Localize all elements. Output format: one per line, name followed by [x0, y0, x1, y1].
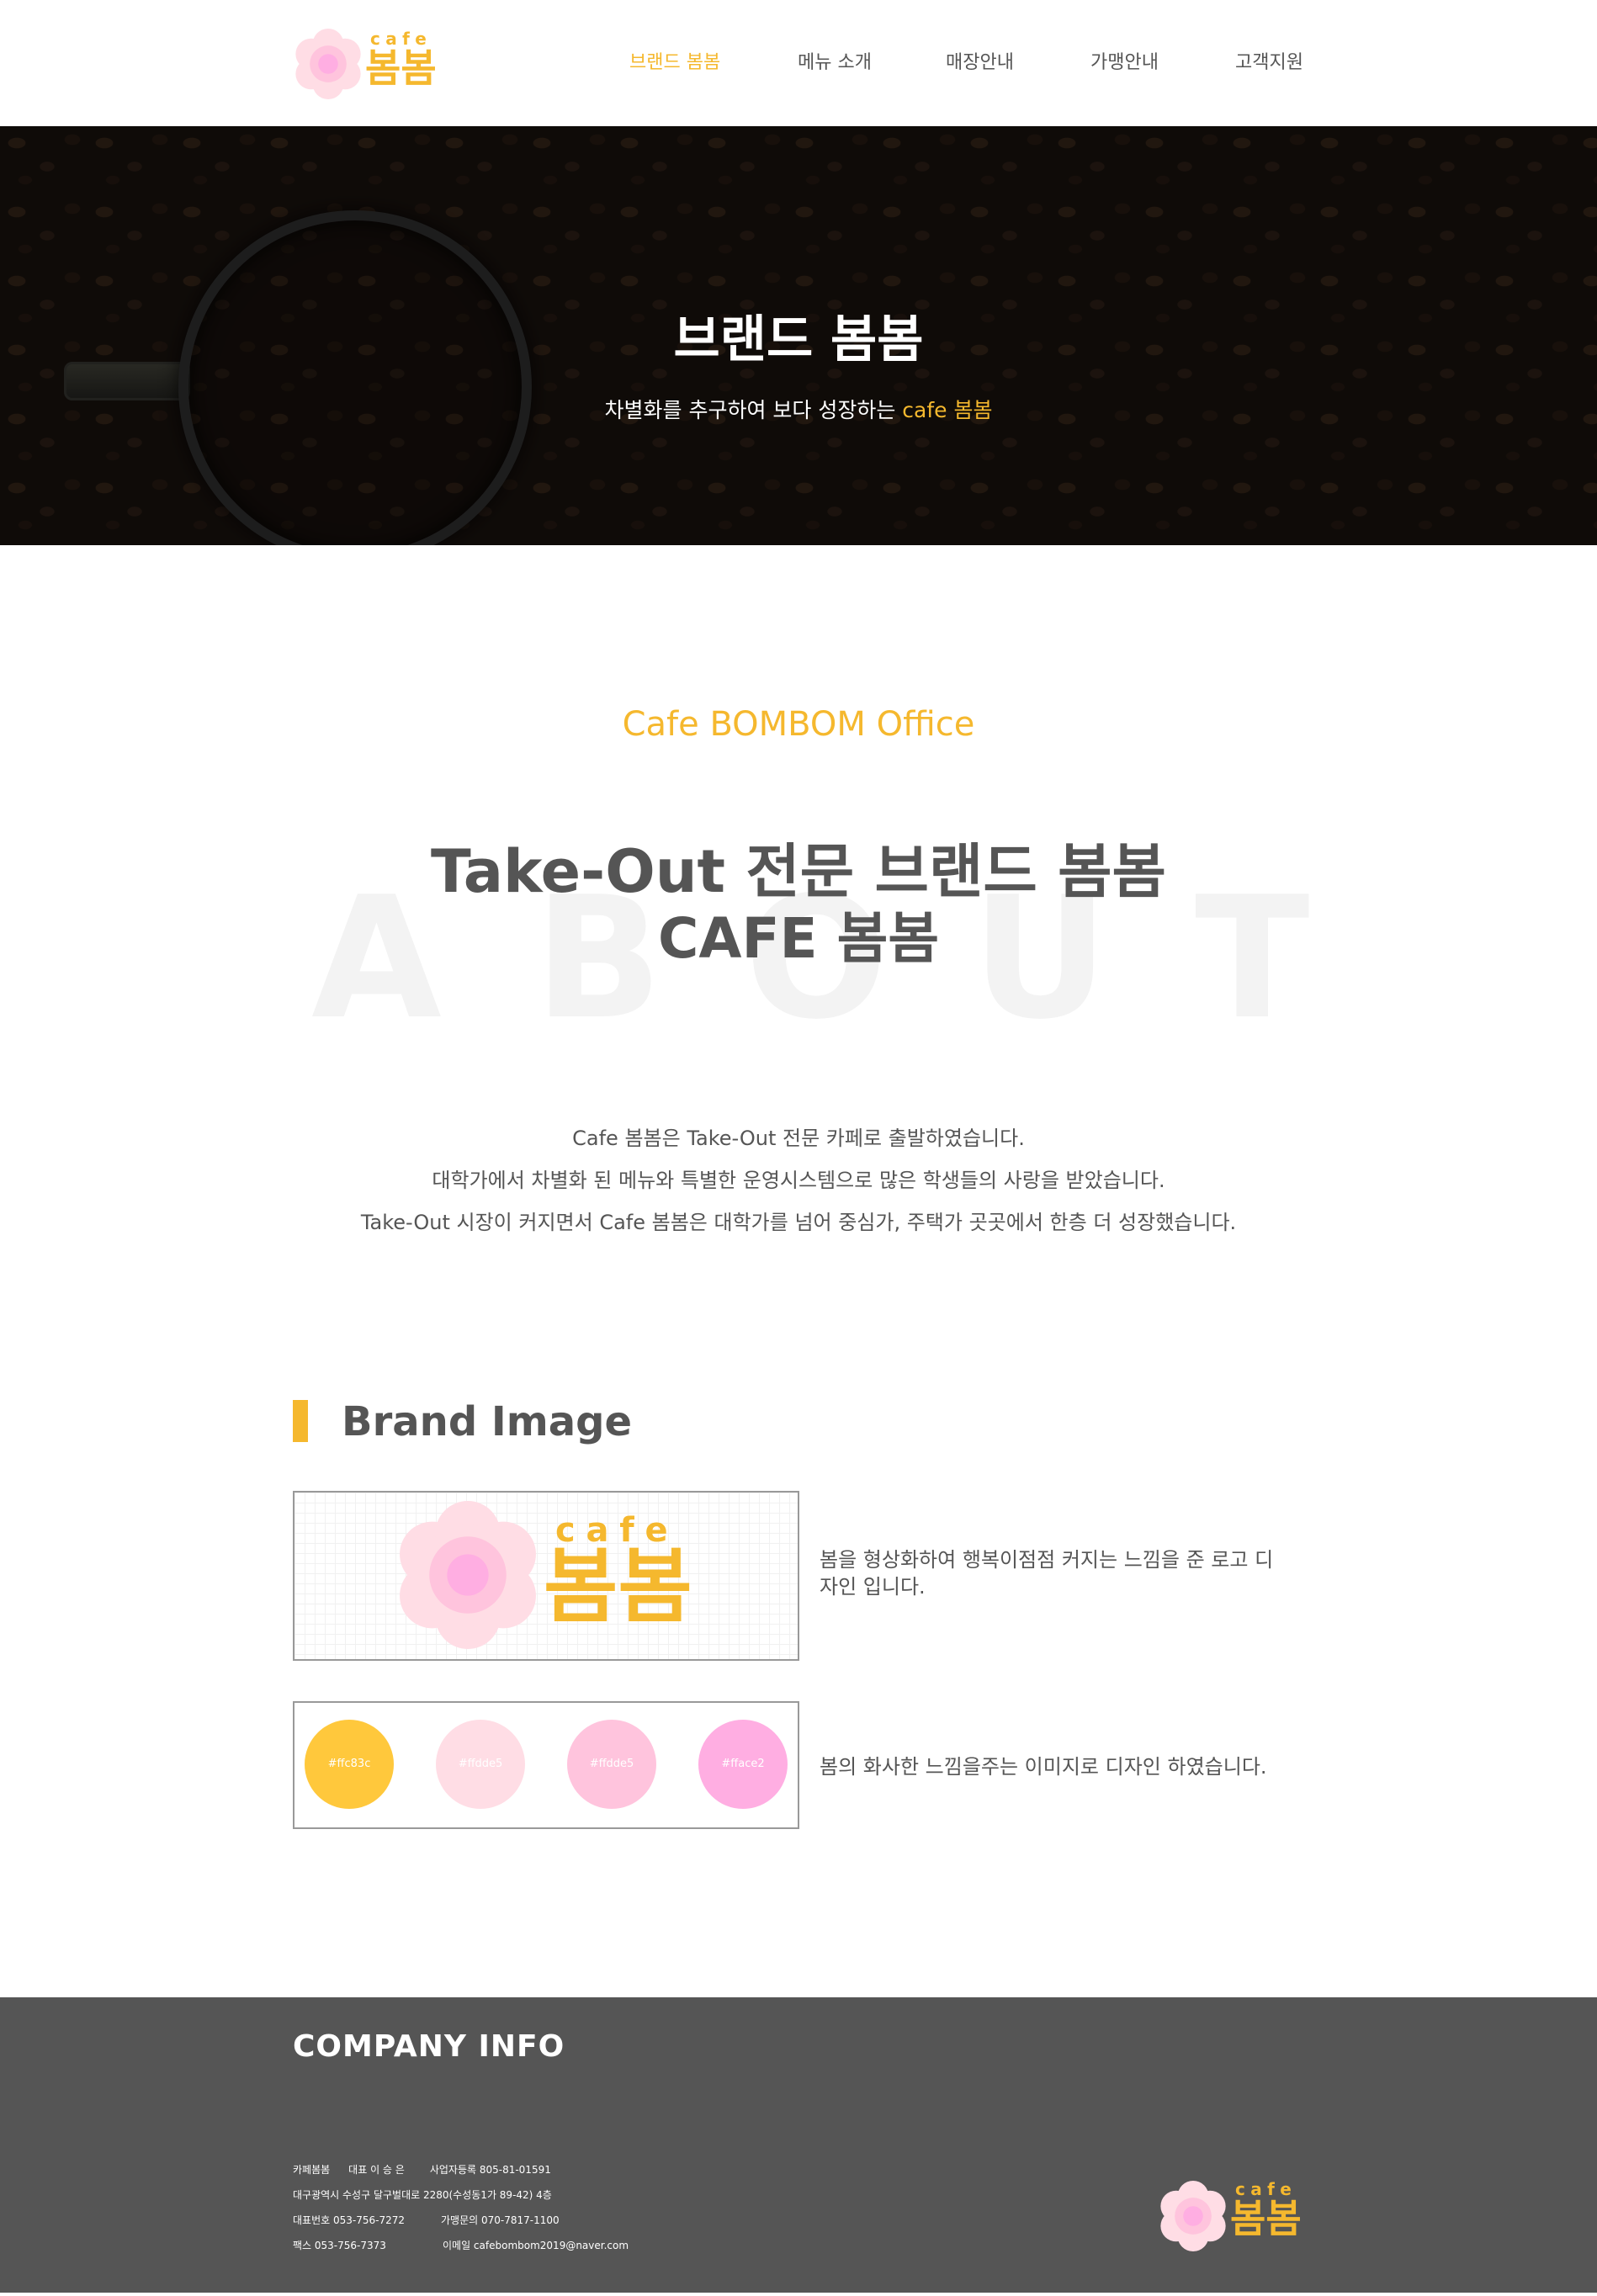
nav-item-support[interactable]: 고객지원 [1235, 47, 1303, 74]
info-row: 팩스 053-756-7373 이메일 cafebombom2019@naver.… [293, 2233, 629, 2258]
nav-item-franchise[interactable]: 가맹안내 [1090, 47, 1159, 74]
footer-logo: cafe 봄봄 [1158, 2176, 1309, 2251]
about-line: Take-Out 시장이 커지면서 Cafe 봄봄은 대학가를 넘어 중심가, … [360, 1211, 1237, 1234]
footer-title: COMPANY INFO [293, 2029, 565, 2064]
nav-item-brand[interactable]: 브랜드 봄봄 [629, 47, 720, 74]
palette-description: 봄의 화사한 느낌을주는 이미지로 디자인 하였습니다. [820, 1755, 1267, 1779]
hero-subtitle-text: 차별화를 추구하여 보다 성장하는 [604, 398, 903, 422]
company-info: 카페봄봄 대표 이 승 은 사업자등록 805-81-01591 대구광역시 수성구… [293, 2157, 629, 2258]
company-address: 대구광역시 수성구 달구벌대로 2280(수성동1가 89-42) 4층 [293, 2189, 552, 2201]
nav-item-stores[interactable]: 매장안내 [946, 47, 1014, 74]
about-title-line2: CAFE 봄봄 [657, 906, 940, 971]
brand-image-title: Brand Image [342, 1398, 633, 1445]
color-swatch: #ffc83c [305, 1720, 394, 1809]
main-phone: 대표번호 053-756-7272 [293, 2214, 405, 2226]
flower-logo-icon [1160, 2181, 1226, 2251]
heading-accent-bar [293, 1400, 308, 1442]
hero-subtitle: 차별화를 추구하여 보다 성장하는 cafe 봄봄 [0, 394, 1597, 424]
about-description: Cafe 봄봄은 Take-Out 전문 카페로 출발하였습니다. 대학가에서 … [0, 1117, 1597, 1243]
color-swatch: #fface2 [698, 1720, 788, 1809]
about-line: Cafe 봄봄은 Take-Out 전문 카페로 출발하였습니다. [572, 1127, 1025, 1150]
business-number: 사업자등록 805-81-01591 [429, 2164, 551, 2176]
company-name: 카페봄봄 [293, 2164, 331, 2176]
info-row: 대표번호 053-756-7272 가맹문의 070-7817-1100 [293, 2208, 629, 2233]
franchise-phone: 가맹문의 070-7817-1100 [441, 2214, 560, 2226]
main-nav: 브랜드 봄봄 메뉴 소개 매장안내 가맹안내 고객지원 [0, 47, 1597, 74]
nav-item-menu[interactable]: 메뉴 소개 [798, 47, 872, 74]
color-swatch: #ffdde5 [567, 1720, 656, 1809]
flower-logo-icon [400, 1501, 536, 1649]
site-footer: COMPANY INFO 카페봄봄 대표 이 승 은 사업자등록 805-81-01… [0, 1997, 1597, 2293]
brand-logo-large: cafe 봄봄 [394, 1501, 714, 1652]
info-row: 대구광역시 수성구 달구벌대로 2280(수성동1가 89-42) 4층 [293, 2182, 629, 2208]
logo-name-text: 봄봄 [544, 1540, 692, 1634]
ceo-name: 대표 이 승 은 [348, 2164, 405, 2176]
logo-showcase: cafe 봄봄 [293, 1491, 799, 1661]
about-line: 대학가에서 차별화 된 메뉴와 특별한 운영시스템으로 많은 학생들의 사랑을 … [432, 1169, 1165, 1192]
logo-description: 봄을 형상화하여 행복이점점 커지는 느낌을 준 로고 디자인 입니다. [820, 1548, 1274, 1599]
hero-title: 브랜드 봄봄 [673, 310, 924, 369]
about-eyebrow: Cafe BOMBOM Office [622, 705, 975, 744]
color-swatch: #ffdde5 [436, 1720, 525, 1809]
info-row: 카페봄봄 대표 이 승 은 사업자등록 805-81-01591 [293, 2157, 629, 2182]
fax-number: 팩스 053-756-7373 [293, 2240, 386, 2251]
color-palette: #ffc83c #ffdde5 #ffdde5 #fface2 [293, 1701, 799, 1829]
logo-name-text: 봄봄 [1230, 2196, 1302, 2241]
email-address: 이메일 cafebombom2019@naver.com [443, 2240, 629, 2251]
hero-subtitle-accent: cafe 봄봄 [902, 398, 993, 422]
site-header: cafe 봄봄 브랜드 봄봄 메뉴 소개 매장안내 가맹안내 고객지원 [0, 0, 1597, 126]
hero-banner: 브랜드 봄봄 차별화를 추구하여 보다 성장하는 cafe 봄봄 [0, 126, 1597, 545]
